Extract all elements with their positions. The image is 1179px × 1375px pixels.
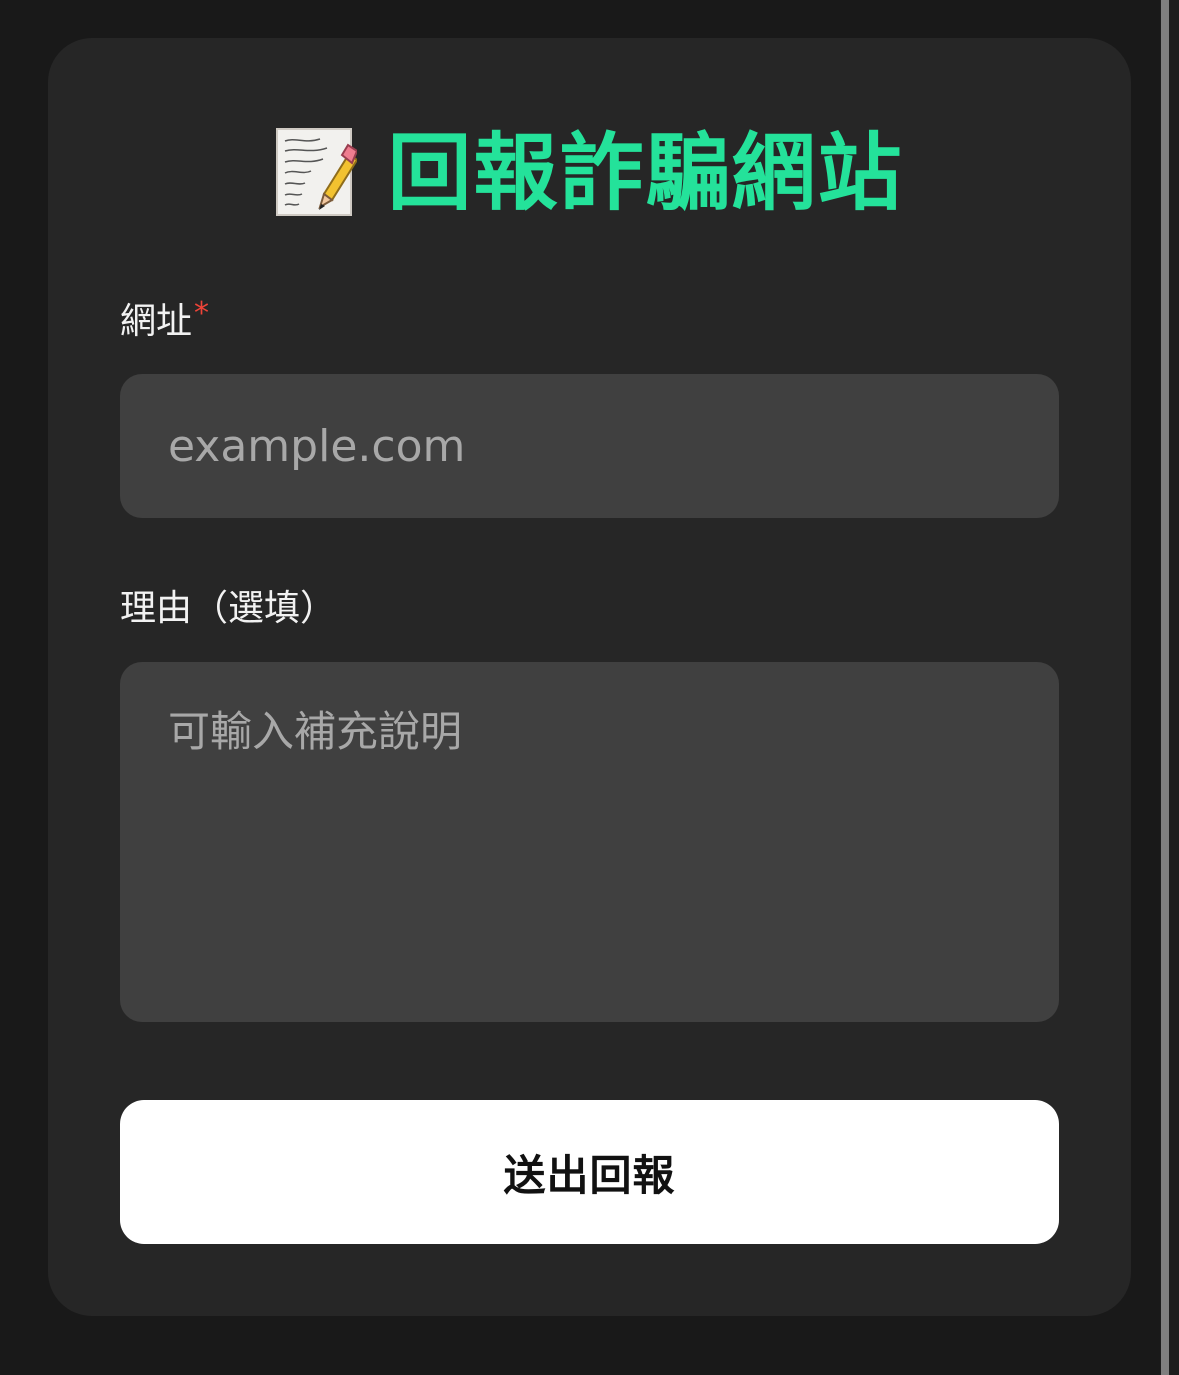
memo-icon	[275, 127, 358, 219]
required-mark: *	[194, 296, 210, 331]
submit-report-button[interactable]: 送出回報	[120, 1100, 1059, 1244]
url-input[interactable]	[120, 374, 1059, 518]
report-form-card: 回報詐騙網站 網址* 理由（選填） 送出回報	[48, 38, 1131, 1316]
reason-label: 理由（選填）	[120, 588, 337, 629]
page-title: 回報詐騙網站	[387, 124, 904, 222]
scrollbar-thumb[interactable]	[1161, 0, 1169, 1375]
title-row: 回報詐騙網站	[48, 120, 1131, 226]
reason-textarea[interactable]	[120, 662, 1059, 1022]
url-label-text: 網址	[120, 301, 193, 342]
url-label: 網址*	[120, 299, 209, 342]
